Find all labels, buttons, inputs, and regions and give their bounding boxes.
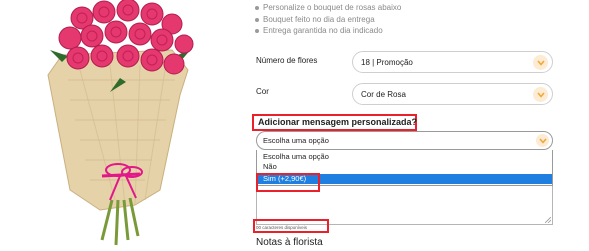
- flowers-label: Número de flores: [256, 56, 318, 65]
- message-select-value: Escolha uma opção: [263, 136, 329, 145]
- message-select[interactable]: Escolha uma opção: [256, 131, 553, 150]
- feature-list: Personalize o bouquet de rosas abaixo Bo…: [255, 2, 401, 37]
- message-heading: Adicionar mensagem personalizada?: [252, 114, 417, 131]
- flowers-select[interactable]: 18 | Promoção: [352, 51, 553, 73]
- feature-item: Entrega garantida no dia indicado: [255, 25, 401, 37]
- notes-title: Notas à florista: [256, 237, 323, 248]
- feature-item: Bouquet feito no dia da entrega: [255, 14, 401, 26]
- resize-grip-icon[interactable]: [545, 217, 551, 223]
- color-select-value: Cor de Rosa: [361, 90, 406, 99]
- bouquet-image: [47, 0, 194, 246]
- color-select[interactable]: Cor de Rosa: [352, 83, 553, 105]
- feature-item: Personalize o bouquet de rosas abaixo: [255, 2, 401, 14]
- flowers-select-value: 18 | Promoção: [361, 58, 413, 67]
- color-label: Cor: [256, 87, 269, 96]
- highlight-box-sim: [256, 173, 320, 192]
- chevron-down-icon: [533, 87, 548, 102]
- char-count: 00 caracteres disponíveis: [256, 225, 308, 230]
- option-escolha[interactable]: Escolha uma opção: [257, 152, 552, 162]
- chevron-down-icon: [536, 134, 549, 147]
- chevron-down-icon: [533, 55, 548, 70]
- option-nao[interactable]: Não: [257, 162, 552, 172]
